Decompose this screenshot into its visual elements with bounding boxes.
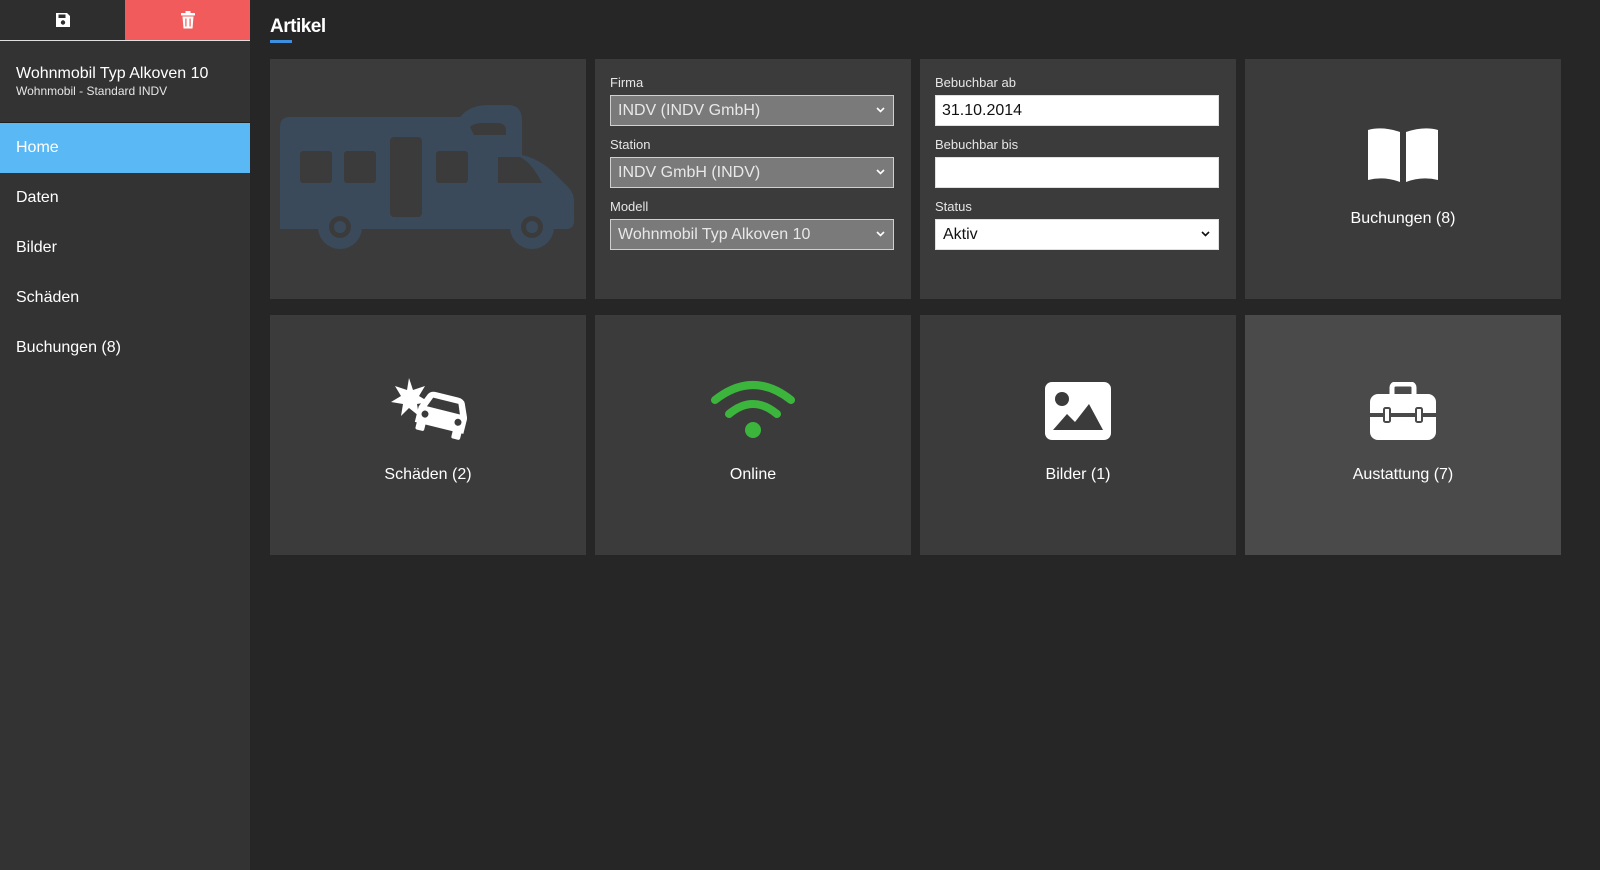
- bebuchbar-bis-input[interactable]: [935, 157, 1219, 188]
- modell-select[interactable]: Wohnmobil Typ Alkoven 10: [610, 219, 894, 250]
- bilder-tile-label: Bilder (1): [1045, 466, 1111, 483]
- chevron-down-icon: [1201, 231, 1210, 237]
- modell-value: Wohnmobil Typ Alkoven 10: [618, 226, 811, 243]
- bebuchbar-ab-label: Bebuchbar ab: [935, 75, 1016, 90]
- trash-icon: [180, 11, 195, 29]
- bebuchbar-ab-input[interactable]: 31.10.2014: [935, 95, 1219, 126]
- bilder-tile[interactable]: Bilder (1): [920, 315, 1236, 555]
- station-select[interactable]: INDV GmbH (INDV): [610, 157, 894, 188]
- open-book-icon: [1368, 128, 1438, 182]
- availability-form: Bebuchbar ab 31.10.2014 Bebuchbar bis St…: [920, 59, 1236, 299]
- chevron-down-icon: [876, 107, 885, 113]
- nav-item-daten[interactable]: Daten: [0, 173, 250, 223]
- main-content: Artikel Firma INDV (INDV GmbH) Station I…: [250, 0, 1600, 870]
- save-button[interactable]: [0, 0, 125, 40]
- page-title-underline: [270, 40, 292, 43]
- station-label: Station: [610, 137, 651, 152]
- schaeden-tile-label: Schäden (2): [384, 466, 472, 483]
- ausstattung-tile[interactable]: Austattung (7): [1245, 315, 1561, 555]
- camper-van-icon: [280, 105, 574, 249]
- online-tile[interactable]: Online: [595, 315, 911, 555]
- sidebar: Wohnmobil Typ Alkoven 10 Wohnmobil - Sta…: [0, 0, 250, 870]
- nav-item-home[interactable]: Home: [0, 123, 250, 173]
- station-value: INDV GmbH (INDV): [618, 164, 761, 181]
- chevron-down-icon: [876, 231, 885, 237]
- toolbox-icon: [1370, 382, 1436, 440]
- vehicle-image-tile: [270, 59, 586, 299]
- tile-icon-wrap: [1370, 376, 1436, 440]
- schaeden-tile[interactable]: Schäden (2): [270, 315, 586, 555]
- nav-item-bilder[interactable]: Bilder: [0, 223, 250, 273]
- tile-icon-wrap: [711, 376, 795, 440]
- item-subtitle: Wohnmobil - Standard INDV: [16, 84, 168, 98]
- floppy-disk-icon: [55, 13, 70, 27]
- ausstattung-tile-label: Austattung (7): [1352, 466, 1454, 483]
- modell-label: Modell: [610, 199, 649, 214]
- item-title: Wohnmobil Typ Alkoven 10: [16, 65, 209, 82]
- nav-item-schaeden[interactable]: Schäden: [0, 273, 250, 323]
- image-icon: [1045, 382, 1111, 440]
- tile-icon-wrap: [389, 376, 467, 440]
- delete-button[interactable]: [125, 0, 250, 40]
- car-crash-icon: [391, 378, 467, 440]
- firma-label: Firma: [610, 75, 644, 90]
- page-title: Artikel: [270, 16, 326, 37]
- toolbar: [0, 0, 250, 41]
- item-header: Wohnmobil Typ Alkoven 10 Wohnmobil - Sta…: [0, 41, 250, 123]
- vehicle-assignment-form: Firma INDV (INDV GmbH) Station INDV GmbH…: [595, 59, 911, 299]
- nav-item-buchungen[interactable]: Buchungen (8): [0, 323, 250, 373]
- status-label: Status: [935, 199, 972, 214]
- firma-select[interactable]: INDV (INDV GmbH): [610, 95, 894, 126]
- tile-icon-wrap: [1045, 376, 1111, 440]
- online-tile-label: Online: [729, 466, 777, 483]
- status-select[interactable]: Aktiv: [935, 219, 1219, 250]
- tile-icon-wrap: [1366, 120, 1440, 184]
- buchungen-tile[interactable]: Buchungen (8): [1245, 59, 1561, 299]
- firma-value: INDV (INDV GmbH): [618, 102, 761, 119]
- bebuchbar-bis-label: Bebuchbar bis: [935, 137, 1019, 152]
- wifi-icon: [711, 381, 795, 438]
- status-value: Aktiv: [943, 226, 978, 243]
- chevron-down-icon: [876, 169, 885, 175]
- buchungen-tile-label: Buchungen (8): [1350, 210, 1456, 227]
